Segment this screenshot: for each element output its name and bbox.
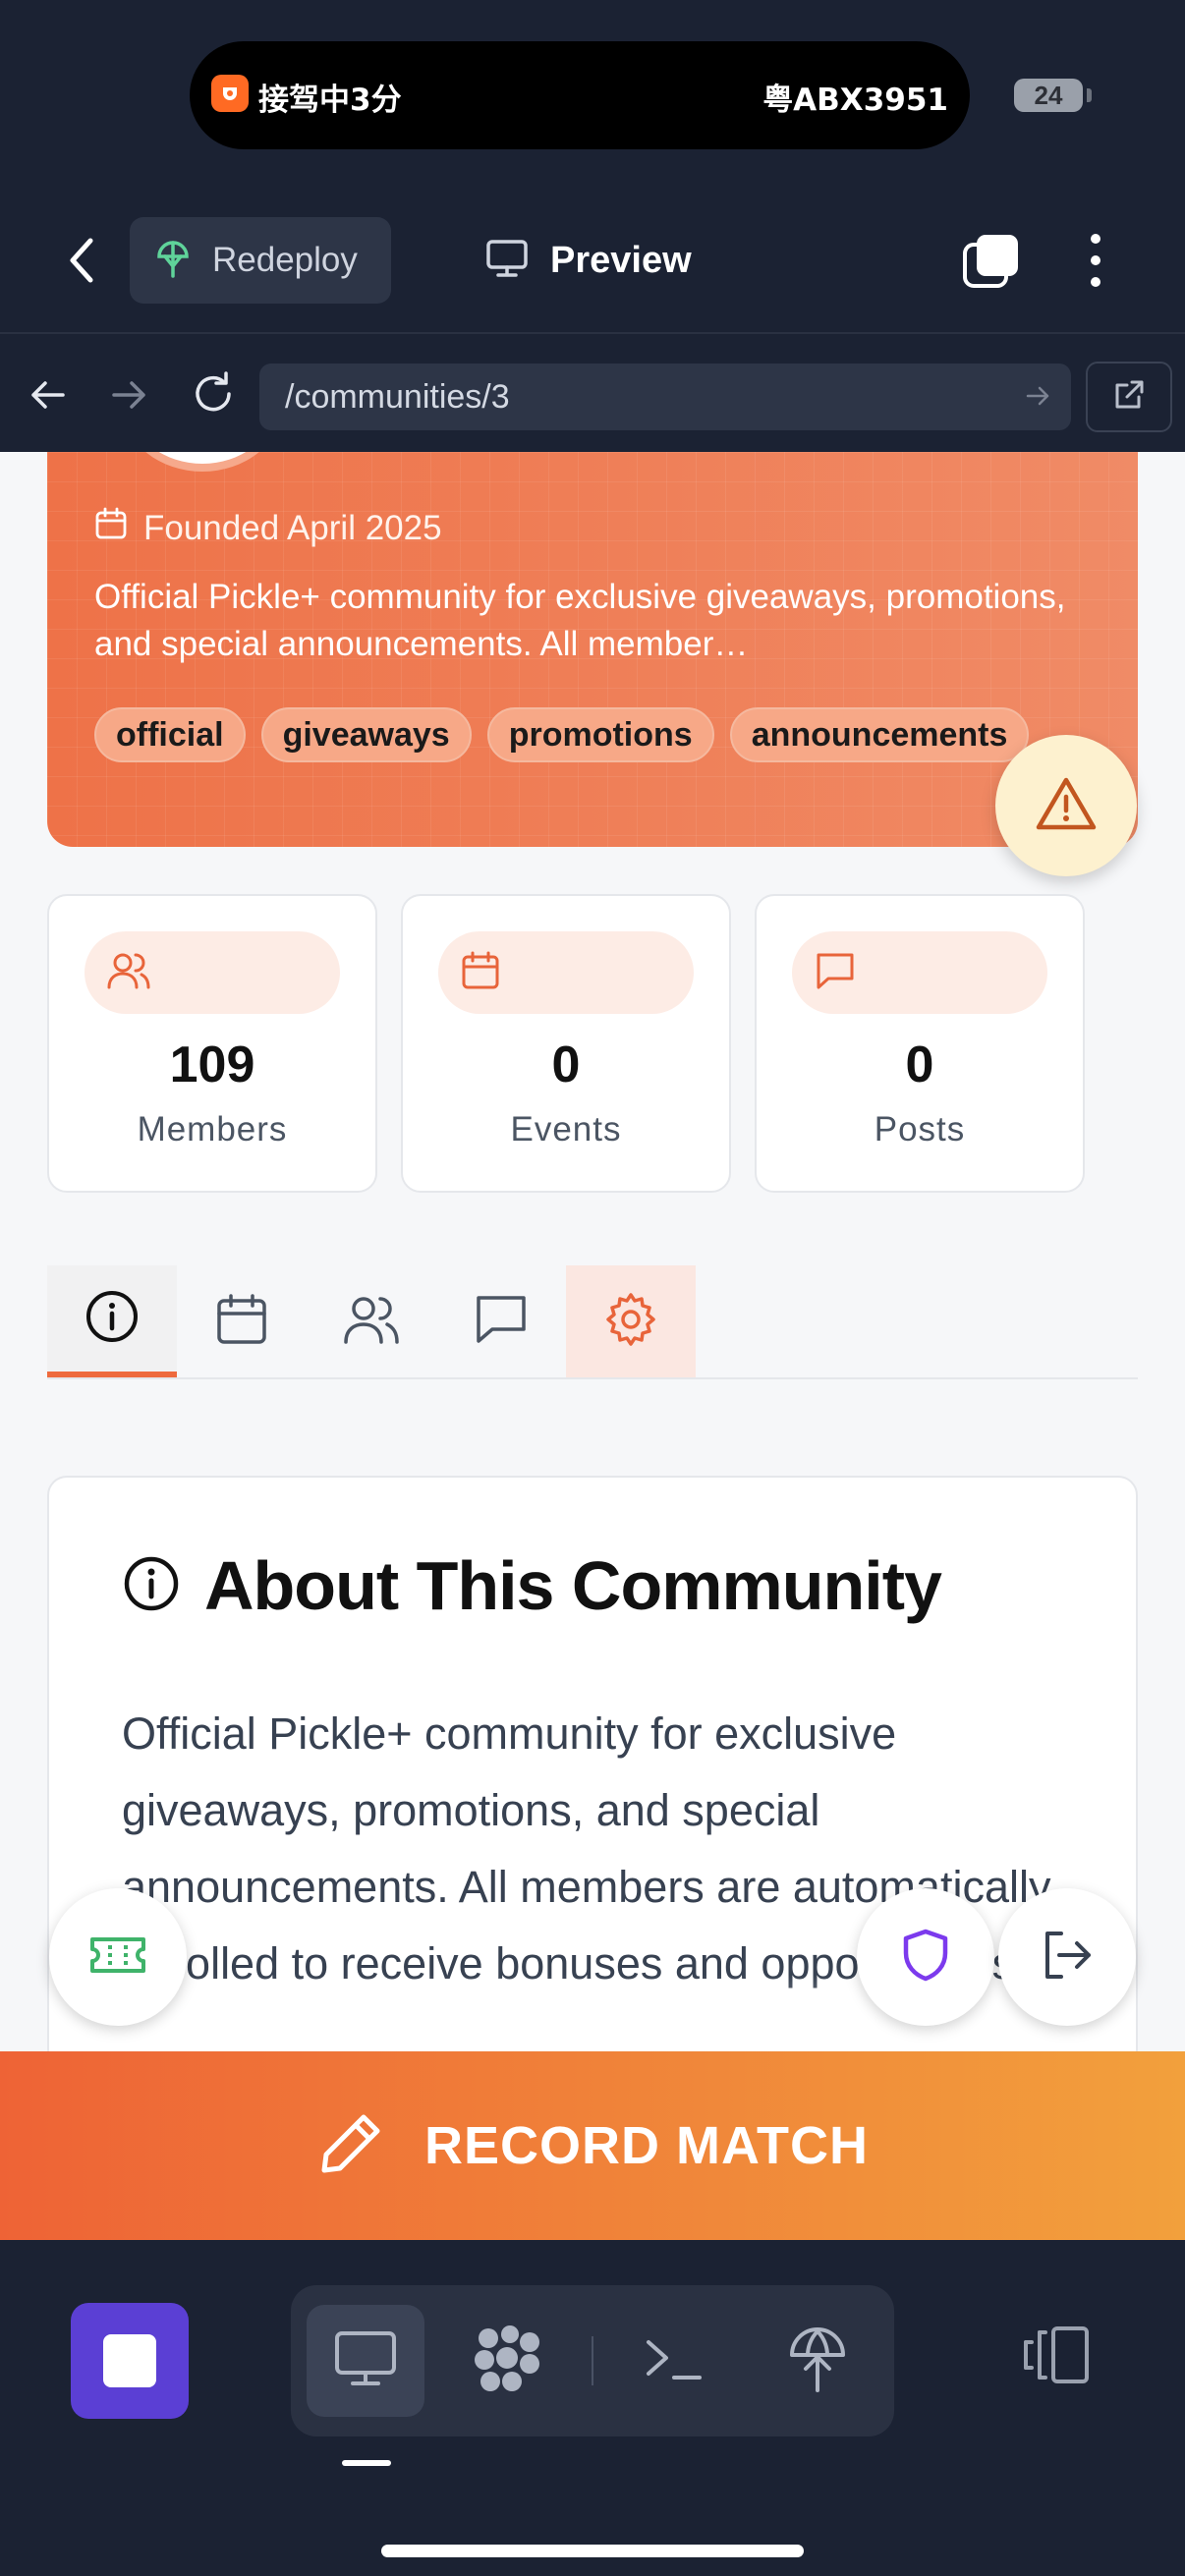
ticket-icon bbox=[88, 1933, 147, 1982]
ticket-button[interactable] bbox=[49, 1888, 187, 2026]
stat-card-posts[interactable]: 0 Posts bbox=[755, 894, 1085, 1193]
stat-value: 0 bbox=[551, 1036, 581, 1093]
terminal-icon bbox=[643, 2334, 705, 2388]
app-bar: Redeploy Preview bbox=[0, 201, 1185, 319]
shield-icon bbox=[901, 1928, 950, 1988]
message-icon bbox=[474, 1293, 529, 1351]
back-chevron-icon[interactable] bbox=[59, 231, 108, 290]
monitor-icon bbox=[485, 239, 529, 283]
tab-posts[interactable] bbox=[436, 1265, 566, 1377]
stat-icon-pill bbox=[792, 931, 1047, 1014]
view-switcher bbox=[291, 2285, 894, 2436]
warning-triangle-icon bbox=[1035, 775, 1098, 837]
message-icon bbox=[814, 950, 857, 996]
gear-icon bbox=[602, 1291, 659, 1353]
terminal-view-button[interactable] bbox=[615, 2305, 733, 2417]
tag-chip[interactable]: promotions bbox=[486, 707, 714, 762]
browser-back-icon[interactable] bbox=[26, 373, 69, 421]
battery-tip bbox=[1087, 88, 1092, 102]
redeploy-button[interactable]: Redeploy bbox=[130, 217, 391, 304]
redeploy-icon bbox=[155, 239, 191, 283]
browser-url-row: /communities/3 bbox=[0, 332, 1185, 452]
stat-value: 109 bbox=[169, 1036, 255, 1093]
desktop-view-button[interactable] bbox=[307, 2305, 424, 2417]
deploy-view-button[interactable] bbox=[759, 2305, 876, 2417]
browser-forward-icon[interactable] bbox=[108, 373, 151, 421]
live-activity-status: 接驾中3分 bbox=[258, 83, 402, 118]
stat-label: Posts bbox=[874, 1110, 966, 1148]
live-activity-plate: 粤ABX3951 bbox=[762, 83, 948, 118]
tabs-icon[interactable] bbox=[961, 231, 1022, 292]
deploy-icon bbox=[786, 2324, 849, 2399]
grid-blob-icon bbox=[471, 2323, 543, 2400]
open-external-button[interactable] bbox=[1086, 362, 1172, 432]
stat-card-members[interactable]: 109 Members bbox=[47, 894, 377, 1193]
calendar-icon bbox=[94, 507, 128, 549]
calendar-icon bbox=[460, 950, 501, 996]
community-tabs bbox=[47, 1265, 1138, 1379]
info-icon bbox=[122, 1554, 181, 1618]
stat-icon-pill bbox=[438, 931, 694, 1014]
stop-button[interactable] bbox=[71, 2303, 189, 2419]
calendar-icon bbox=[215, 1293, 268, 1351]
stat-label: Events bbox=[510, 1110, 622, 1148]
community-description: Official Pickle+ community for exclusive… bbox=[94, 578, 1066, 663]
leave-community-button[interactable] bbox=[998, 1888, 1136, 2026]
pencil-icon bbox=[316, 2109, 385, 2183]
stat-card-events[interactable]: 0 Events bbox=[401, 894, 731, 1193]
report-button[interactable] bbox=[995, 735, 1137, 876]
tab-events[interactable] bbox=[177, 1265, 307, 1377]
record-match-label: RECORD MATCH bbox=[424, 2116, 869, 2175]
stop-icon bbox=[103, 2334, 156, 2387]
info-icon bbox=[85, 1289, 140, 1349]
preview-button[interactable]: Preview bbox=[485, 217, 692, 304]
about-card: About This Community Official Pickle+ co… bbox=[47, 1476, 1138, 2104]
dynamic-island[interactable]: 接驾中3分 粤ABX3951 bbox=[190, 41, 970, 149]
tag-chip[interactable]: official bbox=[94, 707, 246, 762]
more-options-icon[interactable] bbox=[1081, 229, 1110, 292]
tag-list: official giveaways promotions announceme… bbox=[94, 707, 1030, 762]
about-title: About This Community bbox=[204, 1547, 942, 1624]
url-go-arrow-icon[interactable] bbox=[1024, 381, 1053, 420]
founded-text: Founded April 2025 bbox=[143, 508, 442, 547]
packages-view-button[interactable] bbox=[448, 2305, 566, 2417]
monitor-icon bbox=[333, 2329, 398, 2393]
battery-indicator: 24 bbox=[1014, 79, 1083, 112]
tab-members[interactable] bbox=[307, 1265, 436, 1377]
home-indicator[interactable] bbox=[381, 2545, 804, 2557]
url-field[interactable]: /communities/3 bbox=[259, 364, 1071, 430]
top-chrome: 接驾中3分 粤ABX3951 24 Redeploy Preview /comm… bbox=[0, 0, 1185, 452]
redeploy-label: Redeploy bbox=[212, 241, 358, 279]
sidebar-toggle-icon[interactable] bbox=[1018, 2323, 1093, 2392]
stat-icon-pill bbox=[85, 931, 340, 1014]
stat-label: Members bbox=[137, 1110, 288, 1148]
external-link-icon bbox=[1111, 377, 1147, 418]
url-text: /communities/3 bbox=[285, 377, 510, 416]
active-segment-indicator bbox=[342, 2460, 391, 2466]
preview-label: Preview bbox=[550, 239, 692, 281]
stat-value: 0 bbox=[905, 1036, 934, 1093]
tag-chip[interactable]: announcements bbox=[729, 707, 1030, 762]
tab-about[interactable] bbox=[47, 1265, 177, 1377]
logout-icon bbox=[1040, 1930, 1095, 1986]
segment-divider bbox=[592, 2336, 593, 2385]
record-match-button[interactable]: RECORD MATCH bbox=[0, 2051, 1185, 2240]
community-hero: Founded April 2025 Official Pickle+ comm… bbox=[47, 452, 1138, 847]
tab-settings[interactable] bbox=[566, 1265, 696, 1377]
reload-icon[interactable] bbox=[189, 369, 238, 423]
users-icon bbox=[106, 950, 151, 996]
admin-shield-button[interactable] bbox=[857, 1888, 994, 2026]
community-avatar bbox=[124, 452, 281, 472]
founded-row: Founded April 2025 bbox=[94, 507, 442, 549]
bottom-toolbar bbox=[0, 2240, 1185, 2576]
stats-row: 109 Members 0 Events 0 Posts bbox=[47, 894, 1089, 1193]
about-header: About This Community bbox=[122, 1546, 942, 1625]
tag-chip[interactable]: giveaways bbox=[260, 707, 472, 762]
users-icon bbox=[343, 1293, 400, 1351]
ride-app-icon bbox=[211, 75, 249, 112]
